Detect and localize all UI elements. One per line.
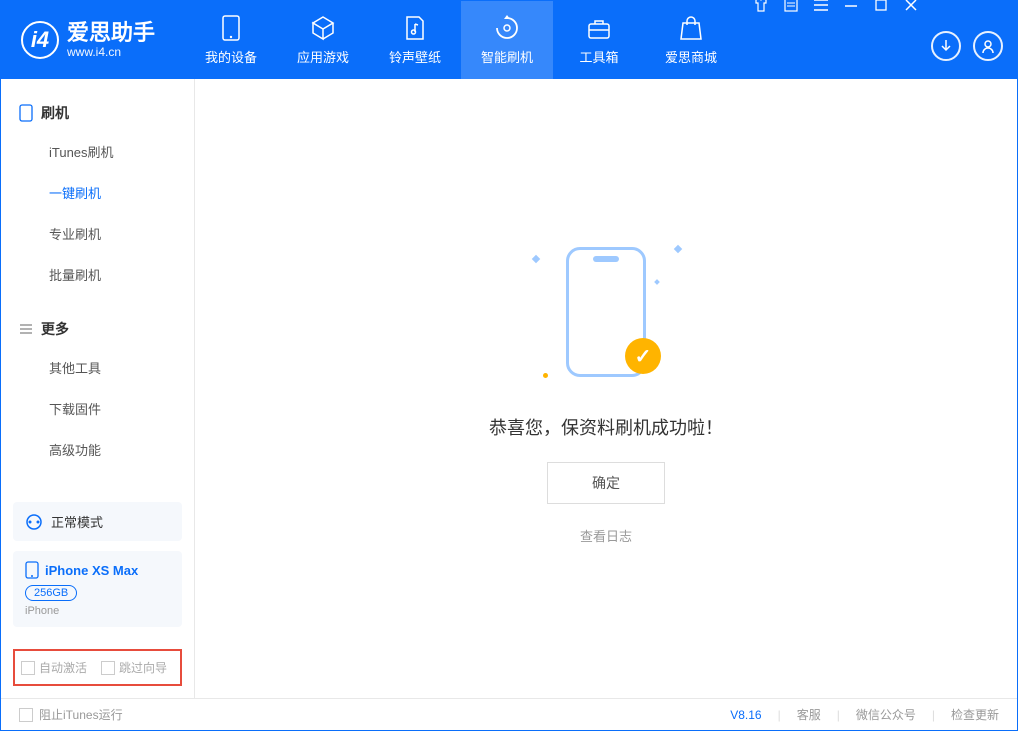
checkbox-icon bbox=[19, 708, 33, 722]
tab-label: 铃声壁纸 bbox=[389, 47, 441, 66]
bag-icon bbox=[678, 15, 704, 41]
more-icon bbox=[19, 322, 33, 336]
tab-label: 爱思商城 bbox=[665, 47, 717, 66]
menu-icon[interactable] bbox=[811, 0, 831, 15]
sidebar-item-oneclick-flash[interactable]: 一键刷机 bbox=[1, 172, 194, 213]
sidebar-item-pro-flash[interactable]: 专业刷机 bbox=[1, 213, 194, 254]
checkbox-icon bbox=[101, 661, 115, 675]
check-update-link[interactable]: 检查更新 bbox=[951, 706, 999, 723]
ok-button[interactable]: 确定 bbox=[547, 462, 665, 504]
support-link[interactable]: 客服 bbox=[797, 706, 821, 723]
list-icon[interactable] bbox=[781, 0, 801, 15]
sidebar-item-itunes-flash[interactable]: iTunes刷机 bbox=[1, 131, 194, 172]
tab-label: 智能刷机 bbox=[481, 47, 533, 66]
shirt-icon[interactable] bbox=[751, 0, 771, 15]
statusbar: 阻止iTunes运行 V8.16 | 客服 | 微信公众号 | 检查更新 bbox=[1, 698, 1017, 730]
content-area: ✓ 恭喜您，保资料刷机成功啦！ 确定 查看日志 bbox=[195, 79, 1017, 698]
user-button[interactable] bbox=[973, 31, 1003, 61]
tab-label: 工具箱 bbox=[580, 47, 619, 66]
mode-icon bbox=[25, 513, 43, 531]
tab-apps[interactable]: 应用游戏 bbox=[277, 1, 369, 79]
sidebar-item-other-tools[interactable]: 其他工具 bbox=[1, 347, 194, 388]
device-icon bbox=[25, 561, 39, 579]
tab-label: 应用游戏 bbox=[297, 47, 349, 66]
options-row: 自动激活 跳过向导 bbox=[13, 649, 182, 686]
tab-label: 我的设备 bbox=[205, 47, 257, 66]
minimize-button[interactable] bbox=[841, 0, 861, 15]
device-type: iPhone bbox=[25, 605, 170, 617]
checkbox-auto-activate[interactable]: 自动激活 bbox=[21, 659, 87, 676]
logo-icon: i4 bbox=[21, 21, 59, 59]
main-tabs: 我的设备 应用游戏 铃声壁纸 智能刷机 工具箱 爱思商城 bbox=[185, 1, 737, 79]
tab-store[interactable]: 爱思商城 bbox=[645, 1, 737, 79]
maximize-button[interactable] bbox=[871, 0, 891, 15]
checkbox-skip-guide[interactable]: 跳过向导 bbox=[101, 659, 167, 676]
toolbox-icon bbox=[586, 15, 612, 41]
view-log-link[interactable]: 查看日志 bbox=[580, 526, 632, 545]
sidebar-section-more: 更多 bbox=[1, 313, 194, 347]
tab-toolbox[interactable]: 工具箱 bbox=[553, 1, 645, 79]
wechat-link[interactable]: 微信公众号 bbox=[856, 706, 916, 723]
sidebar-item-batch-flash[interactable]: 批量刷机 bbox=[1, 254, 194, 295]
device-panel: 正常模式 iPhone XS Max 256GB iPhone bbox=[1, 490, 194, 639]
sparkle-icon bbox=[532, 255, 540, 263]
sidebar-item-download-firmware[interactable]: 下载固件 bbox=[1, 388, 194, 429]
device-info[interactable]: iPhone XS Max 256GB iPhone bbox=[13, 551, 182, 627]
dot-icon bbox=[543, 373, 548, 378]
refresh-icon bbox=[494, 15, 520, 41]
tab-flash[interactable]: 智能刷机 bbox=[461, 1, 553, 79]
sparkle-icon bbox=[674, 245, 682, 253]
sidebar-section-flash: 刷机 bbox=[1, 97, 194, 131]
tab-my-device[interactable]: 我的设备 bbox=[185, 1, 277, 79]
checkbox-block-itunes[interactable]: 阻止iTunes运行 bbox=[19, 706, 123, 723]
music-file-icon bbox=[402, 15, 428, 41]
version-label: V8.16 bbox=[730, 708, 761, 722]
body: 刷机 iTunes刷机 一键刷机 专业刷机 批量刷机 更多 其他工具 下载固件 … bbox=[1, 79, 1017, 698]
app-subtitle: www.i4.cn bbox=[67, 46, 155, 59]
app-logo: i4 爱思助手 www.i4.cn bbox=[21, 21, 155, 59]
sparkle-icon bbox=[654, 279, 660, 285]
close-button[interactable] bbox=[901, 0, 921, 15]
phone-icon bbox=[19, 104, 33, 122]
app-window: i4 爱思助手 www.i4.cn 我的设备 应用游戏 铃声壁纸 智能刷机 bbox=[0, 0, 1018, 731]
device-capacity: 256GB bbox=[25, 585, 77, 601]
download-button[interactable] bbox=[931, 31, 961, 61]
tab-ringtones[interactable]: 铃声壁纸 bbox=[369, 1, 461, 79]
sidebar-item-advanced[interactable]: 高级功能 bbox=[1, 429, 194, 470]
device-name: iPhone XS Max bbox=[45, 563, 138, 578]
check-badge-icon: ✓ bbox=[625, 338, 661, 374]
window-controls bbox=[751, 0, 921, 15]
sidebar: 刷机 iTunes刷机 一键刷机 专业刷机 批量刷机 更多 其他工具 下载固件 … bbox=[1, 79, 195, 698]
device-mode[interactable]: 正常模式 bbox=[13, 502, 182, 541]
titlebar: i4 爱思助手 www.i4.cn 我的设备 应用游戏 铃声壁纸 智能刷机 bbox=[1, 1, 1017, 79]
success-message: 恭喜您，保资料刷机成功啦！ bbox=[489, 414, 723, 440]
app-title: 爱思助手 bbox=[67, 21, 155, 45]
success-illustration: ✓ bbox=[521, 232, 691, 392]
cube-icon bbox=[310, 15, 336, 41]
device-icon bbox=[218, 15, 244, 41]
checkbox-icon bbox=[21, 661, 35, 675]
